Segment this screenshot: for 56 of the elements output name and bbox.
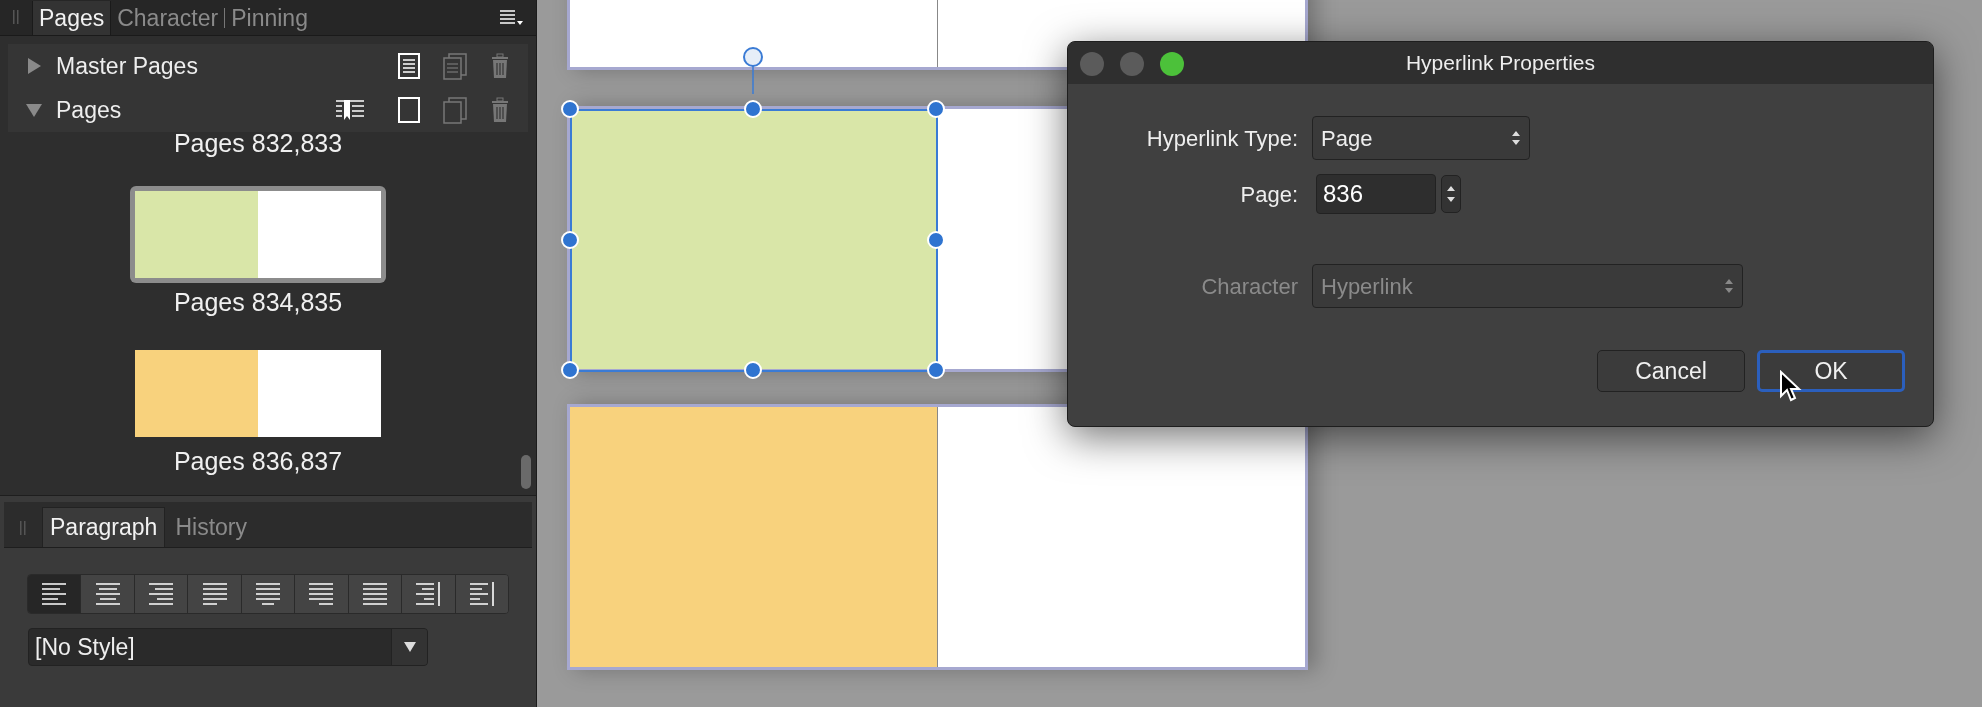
align-justify-right-icon (309, 582, 334, 606)
align-away-from-spine-icon (469, 582, 494, 606)
field-label: Page: (1239, 180, 1299, 209)
master-page-icon[interactable] (398, 53, 420, 79)
resize-handle[interactable] (561, 361, 579, 379)
alignment-button[interactable] (28, 575, 82, 613)
popup-button[interactable]: Page (1312, 116, 1530, 160)
resize-handle[interactable] (927, 100, 945, 118)
page-icon[interactable] (398, 97, 420, 123)
alignment-segmented-control[interactable] (27, 574, 509, 614)
align-left-icon (42, 582, 67, 606)
disclosure-triangle-icon[interactable] (26, 102, 42, 118)
mouse-cursor-icon (1779, 370, 1803, 404)
resize-handle[interactable] (927, 361, 945, 379)
dropdown-value: [No Style] (34, 632, 136, 662)
align-justify-left-icon (202, 582, 227, 606)
dropdown-caret-icon (403, 642, 416, 652)
align-towards-spine-icon (416, 582, 441, 606)
scrollbar-thumb[interactable] (521, 455, 531, 489)
section-label: Master Pages (56, 51, 198, 81)
spread-thumbnail[interactable] (130, 186, 386, 283)
field-label: Hyperlink Type: (1145, 124, 1298, 153)
trash-icon[interactable] (490, 53, 510, 79)
resize-handle[interactable] (744, 361, 762, 379)
stepper[interactable] (1441, 175, 1461, 213)
updown-arrows-icon (1724, 278, 1734, 294)
align-center-icon (95, 582, 120, 606)
spread-label: Pages 836,837 (173, 446, 343, 476)
field-label: Character (1200, 272, 1298, 301)
trash-icon[interactable] (490, 97, 510, 123)
panel-tab[interactable]: History (165, 507, 257, 547)
resize-handle[interactable] (561, 230, 579, 249)
rotation-handle[interactable] (742, 46, 764, 94)
panel-tab[interactable]: Pinning (225, 1, 314, 35)
section-label: Pages (56, 95, 122, 125)
disclosure-triangle-icon[interactable] (26, 58, 42, 74)
page-number-field[interactable]: 836 (1316, 174, 1436, 214)
align-justify-center-icon (255, 582, 280, 606)
panel-tab[interactable]: Paragraph (42, 507, 166, 547)
menu-icon[interactable] (500, 8, 524, 27)
stepper-arrows-icon (1446, 184, 1456, 204)
paragraph-style-dropdown[interactable]: [No Style] (28, 628, 428, 666)
window-title: Hyperlink Properties (1405, 50, 1596, 77)
panel-tab[interactable]: Character (111, 1, 225, 35)
align-justify-all-icon (362, 582, 387, 606)
resize-handle[interactable] (561, 100, 579, 118)
align-right-icon (149, 582, 174, 606)
panel-tab[interactable]: Pages (32, 1, 112, 35)
bookmark-list-icon[interactable] (336, 98, 364, 122)
updown-arrows-icon (1511, 130, 1521, 146)
spread-label: Pages 832,833 (173, 132, 343, 158)
dialog-button[interactable]: Cancel (1597, 350, 1745, 392)
dialog-button[interactable]: OK (1757, 350, 1905, 392)
resize-handle[interactable] (744, 100, 762, 118)
zoom-button[interactable] (1160, 52, 1184, 76)
spread-label: Pages 834,835 (173, 287, 343, 317)
